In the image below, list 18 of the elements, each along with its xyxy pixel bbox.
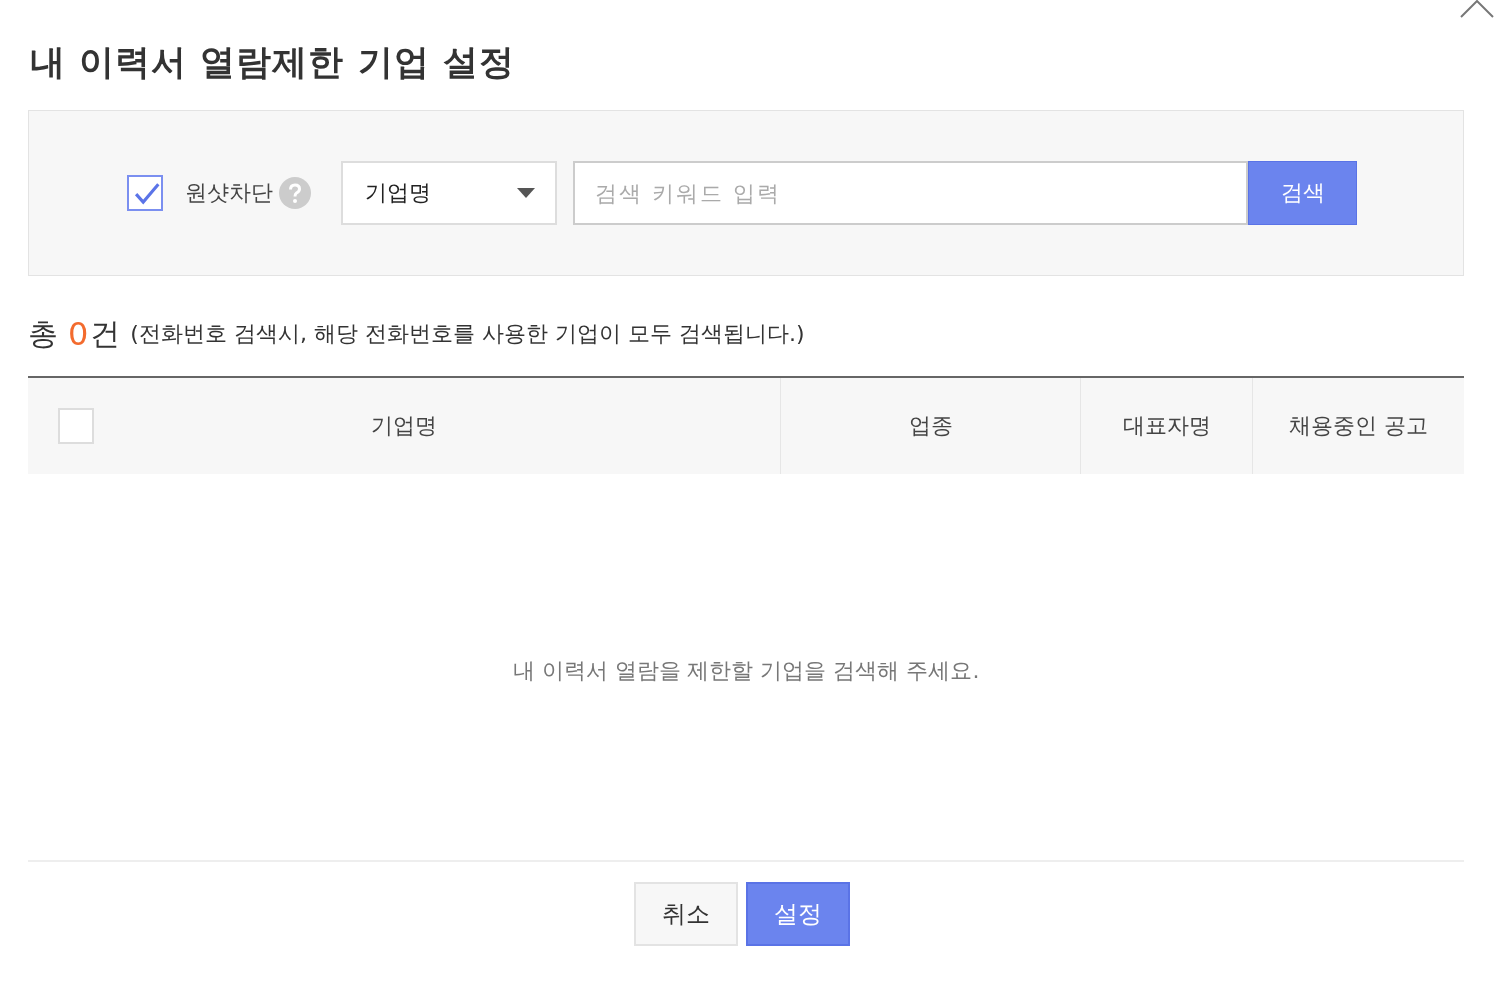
- cancel-button[interactable]: 취소: [634, 882, 738, 946]
- empty-message: 내 이력서 열람을 제한할 기업을 검색해 주세요.: [512, 657, 980, 685]
- caret-icon: [517, 188, 535, 198]
- oneshot-label: 원샷차단: [185, 179, 273, 207]
- total-unit: 건: [90, 314, 121, 353]
- search-type-dropdown[interactable]: 기업명: [341, 161, 557, 225]
- oneshot-checkbox[interactable]: [127, 175, 163, 211]
- total-label: 총: [28, 314, 58, 353]
- chevron-up-icon[interactable]: [1460, 0, 1494, 18]
- search-note: (전화번호 검색시, 해당 전화번호를 사용한 기업이 모두 검색됩니다.): [130, 320, 805, 348]
- column-header: 채용중인 공고: [1289, 412, 1428, 440]
- dialog-title: 내 이력서 열람제한 기업 설정: [29, 41, 515, 84]
- total-count: 0: [68, 315, 89, 353]
- keyword-input-field[interactable]: 검색 키워드 입력: [573, 161, 1248, 225]
- select-all-checkbox[interactable]: [58, 408, 94, 444]
- column-header: 기업명: [371, 412, 437, 440]
- column-header: 대표자명: [1122, 412, 1211, 440]
- column-header: 업종: [908, 412, 953, 440]
